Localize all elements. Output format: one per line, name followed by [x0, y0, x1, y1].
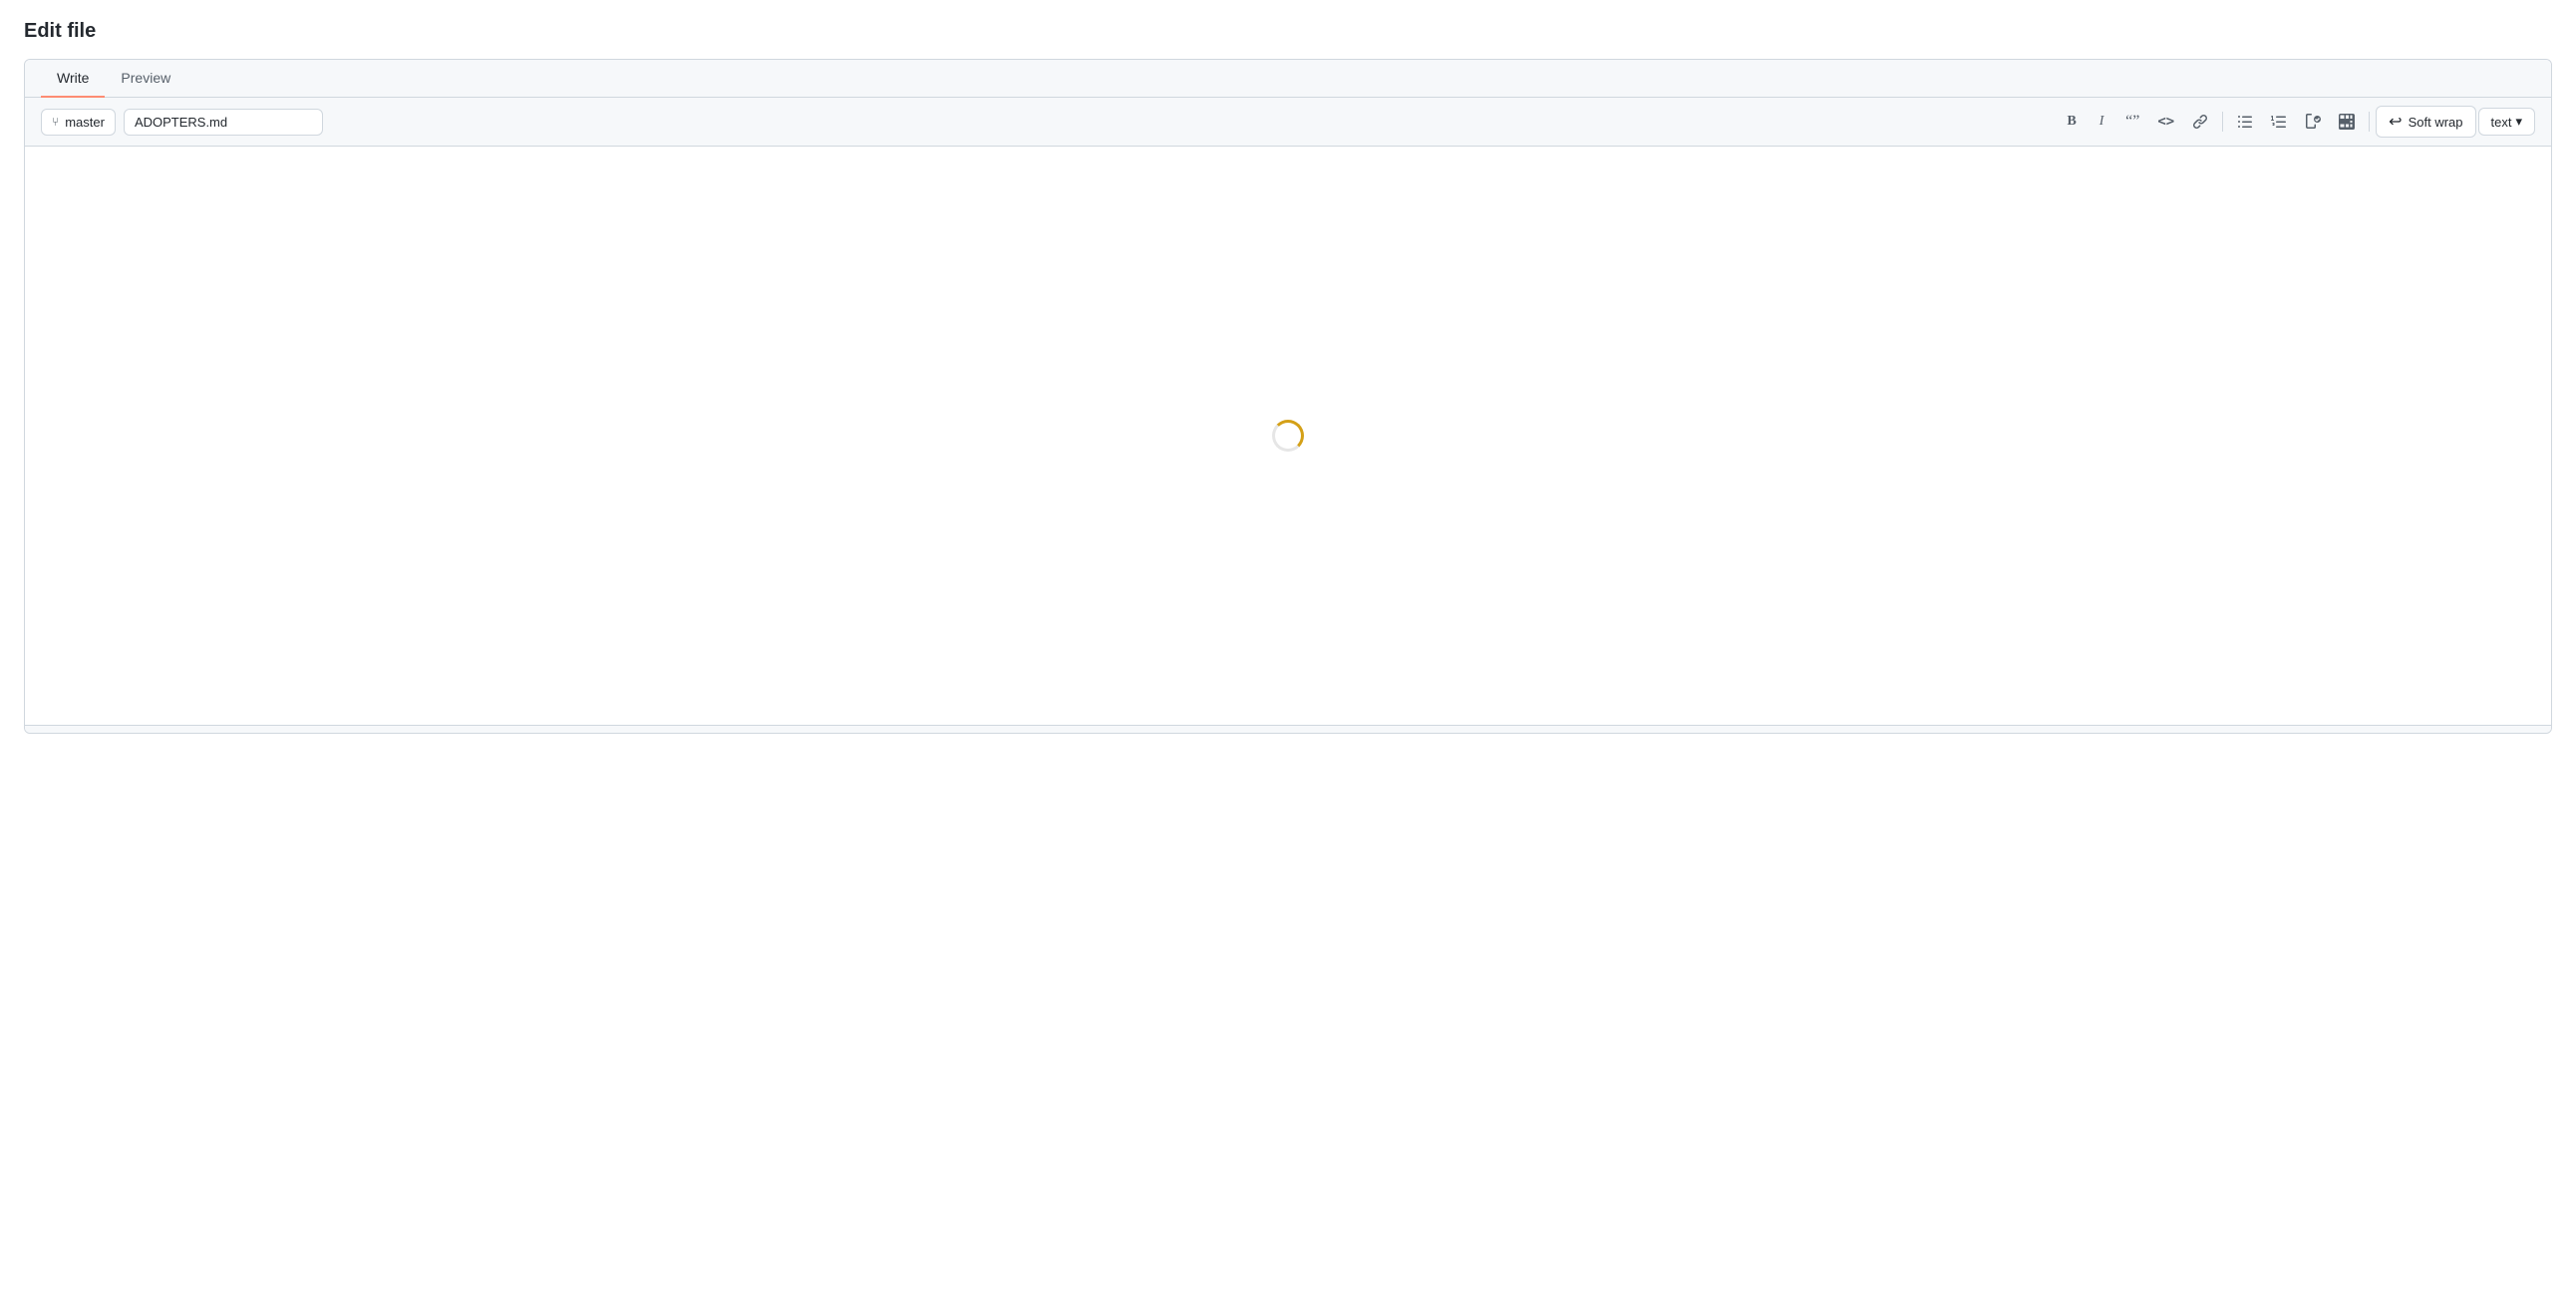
scrollbar-area [25, 725, 2551, 733]
unordered-list-button[interactable] [2229, 108, 2261, 136]
ordered-list-button[interactable] [2263, 108, 2295, 136]
quote-button[interactable]: “” [2117, 108, 2147, 136]
soft-wrap-button[interactable]: ↩ Soft wrap [2376, 106, 2475, 138]
soft-wrap-icon: ↩ [2389, 112, 2402, 132]
branch-name: master [65, 115, 105, 130]
italic-button[interactable]: I [2088, 108, 2115, 136]
divider-1 [2222, 112, 2223, 132]
text-dropdown-label: text [2491, 115, 2512, 130]
tabs-bar: Write Preview [25, 60, 2551, 98]
task-list-button[interactable] [2297, 108, 2329, 136]
filename-input[interactable] [124, 109, 323, 136]
divider-2 [2369, 112, 2370, 132]
editor-body[interactable] [25, 147, 2551, 725]
chevron-down-icon: ▾ [2515, 114, 2522, 130]
link-button[interactable] [2184, 108, 2216, 136]
toolbar: ⑂ master B I “” <> [25, 98, 2551, 147]
editor-container: Write Preview ⑂ master B I “” <> [24, 59, 2552, 734]
branch-selector[interactable]: ⑂ master [41, 109, 116, 136]
page-title: Edit file [24, 20, 2552, 43]
tab-preview[interactable]: Preview [105, 60, 186, 98]
bold-button[interactable]: B [2058, 108, 2086, 136]
text-dropdown[interactable]: text ▾ [2478, 108, 2536, 136]
table-button[interactable] [2331, 108, 2363, 136]
format-buttons: B I “” <> [2058, 106, 2535, 138]
loading-spinner [1272, 420, 1304, 452]
branch-icon: ⑂ [52, 115, 59, 129]
tab-write[interactable]: Write [41, 60, 105, 98]
soft-wrap-label: Soft wrap [2409, 115, 2463, 130]
code-button[interactable]: <> [2149, 108, 2182, 136]
